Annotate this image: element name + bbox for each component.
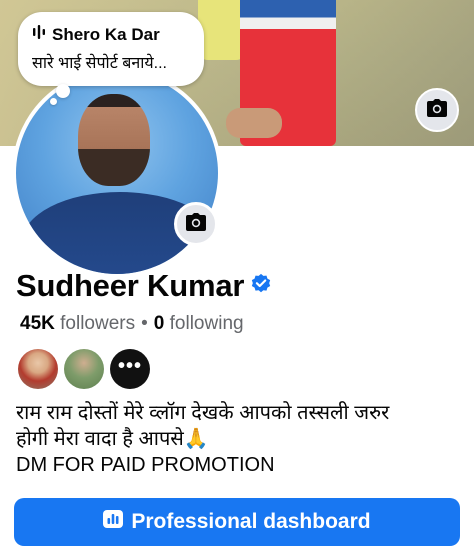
followers-label: followers: [60, 313, 136, 334]
professional-dashboard-label: Professional dashboard: [131, 510, 371, 533]
edit-profile-picture-button[interactable]: [174, 202, 218, 246]
note-header: Shero Ka Dar: [32, 24, 194, 45]
more-friends-avatar[interactable]: •••: [110, 349, 150, 389]
profile-avatar[interactable]: [12, 68, 222, 278]
professional-dashboard-button[interactable]: Professional dashboard: [14, 498, 460, 546]
follow-stats: 45K followers • 0 following: [20, 313, 244, 335]
cover-photo-figure-left: [198, 0, 246, 60]
note-text: सारे भाई सेपोर्ट बनाये...: [32, 55, 167, 72]
followers-count: 45K: [20, 313, 55, 334]
bio-line: होगी मेरा वादा है आपसे🙏: [16, 428, 209, 450]
friend-avatar[interactable]: [64, 349, 104, 389]
profile-picture-face: [78, 94, 150, 186]
stats-separator: •: [141, 313, 148, 334]
camera-icon: [186, 212, 206, 236]
note-bubble-tail-small: [50, 98, 57, 105]
following-count: 0: [153, 313, 165, 334]
bio-line: DM FOR PAID PROMOTION: [16, 454, 275, 476]
friends-avatars[interactable]: •••: [18, 349, 150, 389]
audio-wave-icon: [32, 24, 46, 45]
followers-link[interactable]: 45K followers: [20, 313, 135, 335]
verified-badge-icon: [250, 273, 272, 300]
friend-avatar[interactable]: [18, 349, 58, 389]
profile-name: Sudheer Kumar: [16, 268, 245, 303]
following-link[interactable]: 0 following: [154, 313, 244, 335]
bio-line: राम राम दोस्तों मेरे व्लॉग देखके आपको तस…: [16, 402, 390, 424]
note-title: Shero Ka Dar: [52, 24, 160, 44]
profile-name-row: Sudheer Kumar: [16, 268, 272, 304]
cover-photo-arm: [226, 108, 282, 138]
note-bubble-tail: [56, 84, 70, 98]
more-icon: •••: [117, 355, 142, 377]
edit-cover-photo-button[interactable]: [415, 88, 459, 132]
profile-note-bubble[interactable]: Shero Ka Dar सारे भाई सेपोर्ट बनाये...: [18, 12, 204, 86]
dashboard-icon: [103, 510, 124, 534]
profile-bio: राम राम दोस्तों मेरे व्लॉग देखके आपको तस…: [16, 400, 464, 478]
camera-icon: [427, 98, 447, 122]
following-label: following: [169, 313, 244, 334]
